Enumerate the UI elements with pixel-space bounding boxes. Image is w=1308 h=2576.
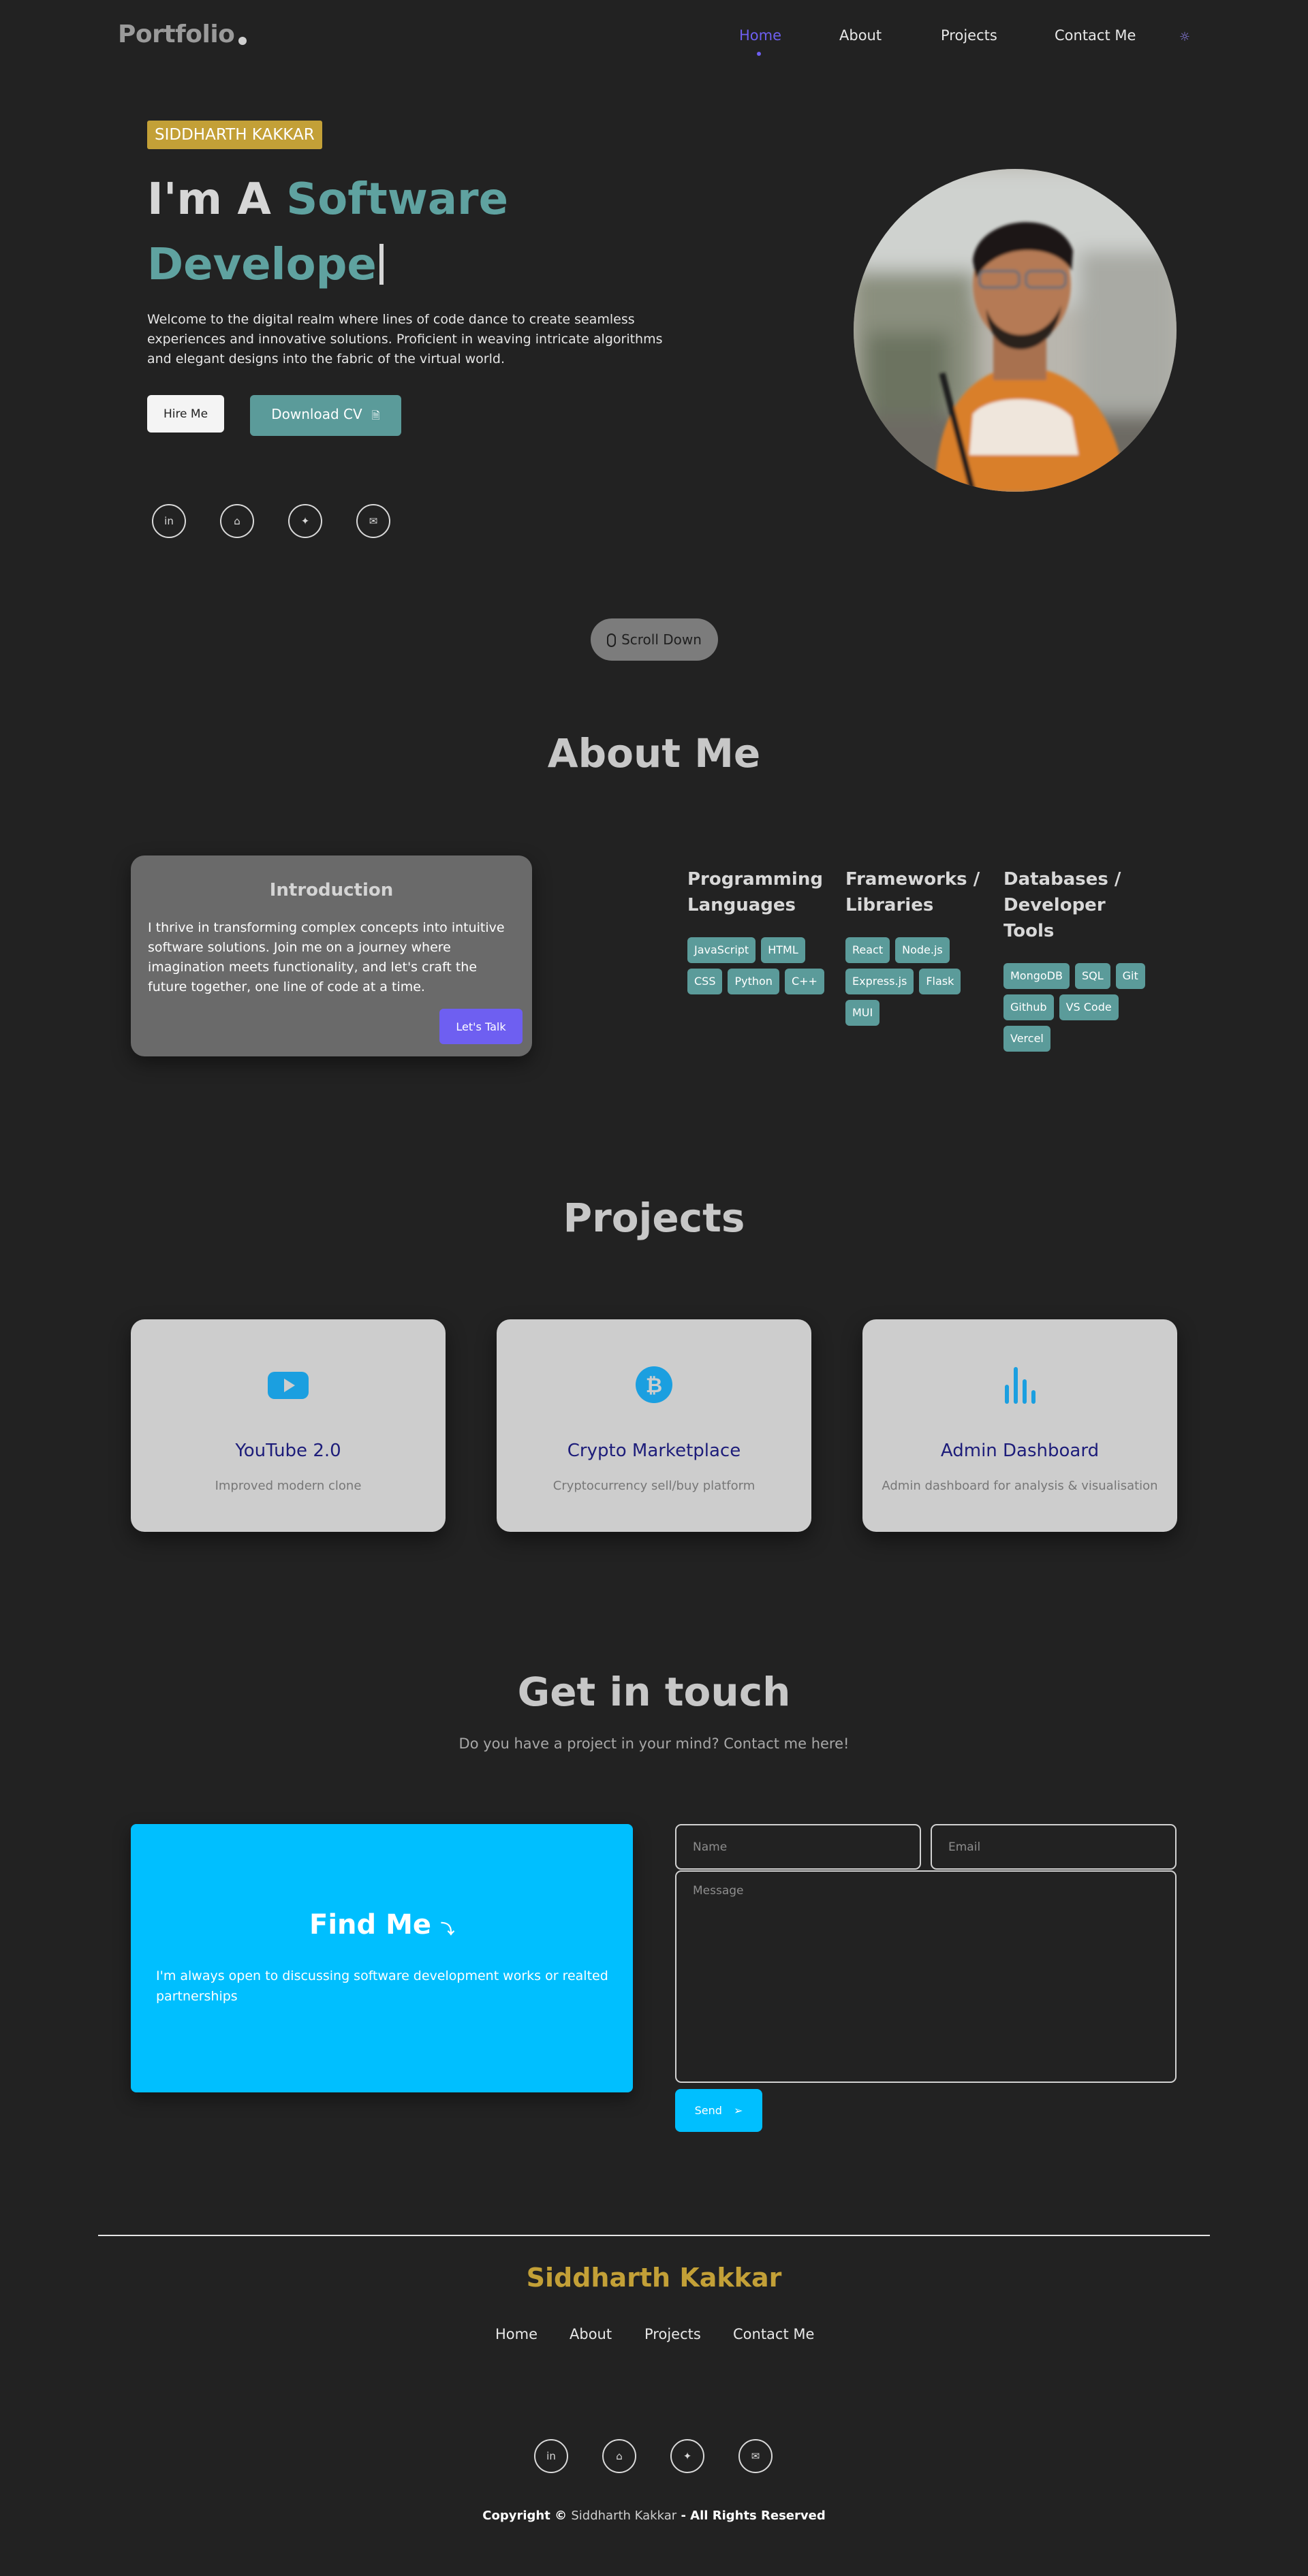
skill-chip: C++ bbox=[784, 969, 824, 994]
skill-heading: Databases / Developer Tools bbox=[1003, 869, 1121, 941]
contact-subtitle: Do you have a project in your mind? Cont… bbox=[458, 1735, 850, 1752]
svg-text:₿: ₿ bbox=[646, 1374, 662, 1398]
github-icon[interactable]: ⌂ bbox=[602, 2439, 636, 2473]
linkedin-icon[interactable]: in bbox=[152, 504, 186, 538]
top-nav: Home About Projects Contact Me bbox=[0, 27, 1308, 56]
intro-title: Introduction bbox=[269, 880, 394, 900]
skill-chip: Vercel bbox=[1003, 1026, 1050, 1052]
email-input[interactable] bbox=[931, 1824, 1177, 1870]
active-indicator bbox=[757, 52, 761, 56]
footer-link-home[interactable]: Home bbox=[495, 2326, 538, 2342]
skill-chip: JavaScript bbox=[687, 937, 756, 963]
typing-caret bbox=[379, 244, 384, 285]
copyright-prefix: Copyright © bbox=[482, 2509, 567, 2523]
scroll-down-label: Scroll Down bbox=[621, 631, 702, 648]
skill-chip: Express.js bbox=[845, 969, 914, 994]
name-badge: SIDDHARTH KAKKAR bbox=[147, 121, 322, 149]
youtube-icon bbox=[268, 1372, 309, 1399]
skill-column-databases: Databases / Developer Tools MongoDB SQL … bbox=[1003, 866, 1157, 1052]
nav-link-contact[interactable]: Contact Me bbox=[1055, 27, 1136, 44]
document-icon: 🗎 bbox=[371, 409, 380, 422]
skill-column-frameworks: Frameworks / Libraries React Node.js Exp… bbox=[845, 866, 999, 1026]
project-title: Crypto Marketplace bbox=[567, 1441, 741, 1461]
hire-me-button[interactable]: Hire Me bbox=[147, 395, 224, 433]
project-description: Improved modern clone bbox=[215, 1479, 362, 1493]
bar-chart-icon bbox=[1005, 1367, 1036, 1404]
name-input[interactable] bbox=[675, 1824, 921, 1870]
project-card-admin[interactable]: Admin Dashboard Admin dashboard for anal… bbox=[862, 1319, 1177, 1532]
project-card-youtube[interactable]: YouTube 2.0 Improved modern clone bbox=[131, 1319, 446, 1532]
nav-link-projects[interactable]: Projects bbox=[941, 27, 997, 44]
find-me-card: Find Me ⤵ I'm always open to discussing … bbox=[131, 1824, 633, 2092]
find-me-text: I'm always open to discussing software d… bbox=[156, 1968, 608, 2004]
title-word-2: Develope bbox=[147, 240, 377, 290]
profile-photo bbox=[854, 169, 1177, 492]
nav-link-about[interactable]: About bbox=[839, 27, 882, 44]
github-icon[interactable]: ⌂ bbox=[220, 504, 254, 538]
send-button[interactable]: Send ➢ bbox=[675, 2089, 762, 2132]
mail-icon[interactable]: ✉ bbox=[738, 2439, 773, 2473]
skill-chip: Flask bbox=[919, 969, 961, 994]
skill-chip: MUI bbox=[845, 1000, 880, 1026]
skill-chip: Git bbox=[1115, 963, 1145, 989]
footer-link-projects[interactable]: Projects bbox=[644, 2326, 701, 2342]
intro-card: Introduction I thrive in transforming co… bbox=[131, 855, 532, 1056]
profile-photo-illustration bbox=[854, 169, 1177, 492]
message-input[interactable] bbox=[675, 1870, 1177, 2083]
skill-chip: Node.js bbox=[895, 937, 950, 963]
copyright-name: Siddharth Kakkar bbox=[571, 2509, 677, 2523]
bitcoin-icon: ₿ bbox=[636, 1366, 672, 1403]
download-cv-label: Download CV bbox=[271, 405, 362, 422]
project-title: YouTube 2.0 bbox=[235, 1441, 341, 1461]
mail-icon[interactable]: ✉ bbox=[356, 504, 390, 538]
project-card-crypto[interactable]: ₿ Crypto Marketplace Cryptocurrency sell… bbox=[497, 1319, 811, 1532]
copyright-suffix: - All Rights Reserved bbox=[681, 2509, 826, 2523]
nav-link-home[interactable]: Home bbox=[739, 27, 781, 44]
skill-chip: React bbox=[845, 937, 890, 963]
title-word-1: Software bbox=[286, 174, 508, 225]
footer-link-about[interactable]: About bbox=[570, 2326, 612, 2342]
hero-description: Welcome to the digital realm where lines… bbox=[147, 312, 663, 366]
skill-chip: MongoDB bbox=[1003, 963, 1070, 989]
twitter-icon[interactable]: ✦ bbox=[670, 2439, 704, 2473]
lets-talk-button[interactable]: Let's Talk bbox=[439, 1009, 523, 1044]
project-title: Admin Dashboard bbox=[940, 1441, 1100, 1461]
project-description: Admin dashboard for analysis & visualisa… bbox=[882, 1479, 1158, 1493]
skill-column-languages: Programming Languages JavaScript HTML CS… bbox=[687, 866, 841, 994]
project-description: Cryptocurrency sell/buy platform bbox=[552, 1479, 756, 1493]
skill-chip: HTML bbox=[761, 937, 805, 963]
title-prefix: I'm A bbox=[147, 174, 271, 225]
skill-heading: Frameworks / Libraries bbox=[845, 869, 980, 915]
skill-chip: Python bbox=[728, 969, 779, 994]
footer-divider bbox=[98, 2235, 1210, 2236]
footer-name: Siddharth Kakkar bbox=[526, 2263, 782, 2293]
mouse-icon bbox=[607, 633, 617, 647]
arrow-icon: ⤵ bbox=[440, 1921, 454, 1937]
find-me-title: Find Me ⤵ bbox=[309, 1909, 454, 1941]
intro-text: I thrive in transforming complex concept… bbox=[148, 920, 505, 994]
skill-chip: SQL bbox=[1074, 963, 1110, 989]
projects-title: Projects bbox=[563, 1195, 745, 1241]
scroll-down-button[interactable]: Scroll Down bbox=[591, 618, 718, 661]
download-cv-button[interactable]: Download CV 🗎 bbox=[250, 395, 401, 436]
hero-title: I'm A Software Develope bbox=[147, 167, 508, 298]
skill-chip: Github bbox=[1003, 994, 1054, 1020]
copyright: Copyright © Siddharth Kakkar - All Right… bbox=[0, 2509, 1308, 2523]
contact-title: Get in touch bbox=[517, 1669, 791, 1715]
skill-chip: CSS bbox=[687, 969, 723, 994]
footer-link-contact[interactable]: Contact Me bbox=[733, 2326, 814, 2342]
about-title: About Me bbox=[547, 730, 761, 776]
skill-heading: Programming Languages bbox=[687, 869, 823, 915]
linkedin-icon[interactable]: in bbox=[534, 2439, 568, 2473]
footer-nav: Home About Projects Contact Me bbox=[0, 2326, 1308, 2346]
send-icon: ➢ bbox=[733, 2104, 743, 2117]
twitter-icon[interactable]: ✦ bbox=[288, 504, 322, 538]
skill-chip: VS Code bbox=[1059, 994, 1119, 1020]
send-label: Send bbox=[694, 2104, 722, 2117]
sun-icon[interactable]: ☼ bbox=[1177, 30, 1192, 45]
